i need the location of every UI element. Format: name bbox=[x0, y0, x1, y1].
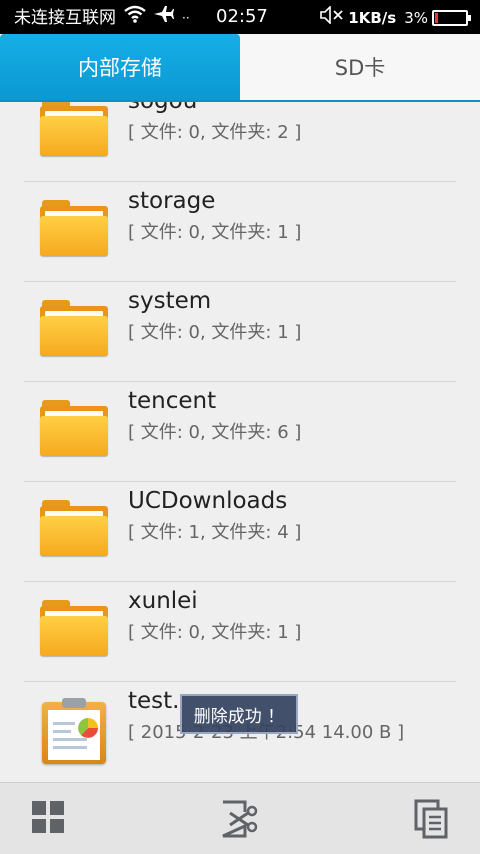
file-meta: [ 文件: 0, 文件夹: 1 ] bbox=[128, 222, 302, 243]
file-name: sogou bbox=[128, 102, 197, 118]
toast-message: 删除成功 ！ bbox=[180, 694, 298, 734]
list-item[interactable]: xunlei [ 文件: 0, 文件夹: 1 ] bbox=[0, 582, 480, 682]
file-meta: [ 文件: 0, 文件夹: 1 ] bbox=[128, 622, 302, 643]
net-speed: 1KB/s bbox=[348, 9, 397, 27]
storage-tabs: 内部存储 SD卡 bbox=[0, 34, 480, 102]
folder-icon bbox=[40, 102, 108, 156]
file-meta: [ 文件: 0, 文件夹: 6 ] bbox=[128, 422, 302, 443]
document-icon bbox=[42, 698, 106, 764]
status-bar: 未连接互联网 ·· 02:57 1KB/s 3% bbox=[0, 0, 480, 34]
wifi-icon bbox=[124, 5, 146, 30]
network-status-text: 未连接互联网 bbox=[14, 7, 116, 28]
tab-sd-card[interactable]: SD卡 bbox=[240, 34, 480, 100]
file-name: xunlei bbox=[128, 588, 198, 614]
file-name: test. bbox=[128, 688, 180, 714]
signal-dots-icon: ·· bbox=[182, 10, 190, 25]
battery-icon bbox=[432, 10, 471, 26]
grid-view-icon[interactable] bbox=[30, 799, 70, 839]
list-item[interactable]: UCDownloads [ 文件: 1, 文件夹: 4 ] bbox=[0, 482, 480, 582]
folder-icon bbox=[40, 600, 108, 656]
clock: 02:57 bbox=[216, 6, 268, 27]
folder-icon bbox=[40, 400, 108, 456]
list-item[interactable]: tencent [ 文件: 0, 文件夹: 6 ] bbox=[0, 382, 480, 482]
copy-icon[interactable] bbox=[414, 799, 454, 839]
battery-percent: 3% bbox=[404, 9, 428, 27]
folder-icon bbox=[40, 500, 108, 556]
file-name: UCDownloads bbox=[128, 488, 288, 514]
file-name: storage bbox=[128, 188, 216, 214]
bottom-toolbar bbox=[0, 782, 480, 854]
list-item[interactable]: system [ 文件: 0, 文件夹: 1 ] bbox=[0, 282, 480, 382]
mute-icon bbox=[320, 5, 344, 30]
file-meta: [ 文件: 1, 文件夹: 4 ] bbox=[128, 522, 302, 543]
file-name: system bbox=[128, 288, 212, 314]
cut-icon[interactable] bbox=[220, 799, 260, 839]
file-list[interactable]: sogou [ 文件: 0, 文件夹: 2 ] storage [ 文件: 0,… bbox=[0, 102, 480, 782]
file-name: tencent bbox=[128, 388, 217, 414]
folder-icon bbox=[40, 300, 108, 356]
tab-internal-storage[interactable]: 内部存储 bbox=[0, 34, 240, 100]
airplane-icon bbox=[154, 5, 174, 30]
file-meta: [ 文件: 0, 文件夹: 2 ] bbox=[128, 122, 302, 143]
list-item[interactable]: storage [ 文件: 0, 文件夹: 1 ] bbox=[0, 182, 480, 282]
folder-icon bbox=[40, 200, 108, 256]
file-meta: [ 文件: 0, 文件夹: 1 ] bbox=[128, 322, 302, 343]
list-item[interactable]: sogou [ 文件: 0, 文件夹: 2 ] bbox=[0, 102, 480, 182]
